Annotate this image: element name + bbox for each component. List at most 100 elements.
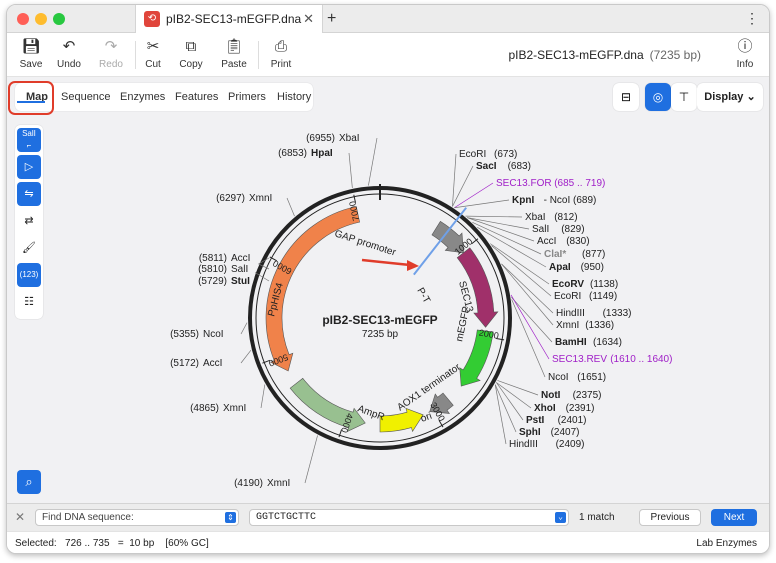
document-name: pIB2-SEC13-mEGFP.dna [508,48,644,62]
numbering-button[interactable]: (123) [17,263,41,287]
find-history-chevron-icon[interactable]: ⌄ [555,512,566,523]
find-type-select[interactable]: Find DNA sequence: ⇕ [35,509,239,526]
right-site-position: (1138) [590,279,618,290]
printer-icon: ⎙ [274,38,287,55]
brush-button[interactable]: 🖌︎ [17,236,41,260]
scissors-icon: ✂ [146,38,160,55]
right-site-position: (1333) [603,308,632,319]
undo-button[interactable]: ↶ Undo [49,37,89,73]
left-site-name: HpaI [311,148,333,159]
dna-file-icon: ⟲ [144,11,160,27]
info-button[interactable]: ⓘ Info [725,37,765,73]
swap-strands-button[interactable]: ⇄ [17,209,41,233]
right-site-name: NcoI [548,372,569,383]
find-type-label: Find DNA sequence: [42,512,134,523]
minimize-window-button[interactable] [35,13,47,25]
feature-arrow-icon: ▷ [24,161,34,173]
right-site-leader [454,199,510,209]
left-site-position: (4190) [234,478,263,489]
paste-icon: 📋︎ [224,38,244,55]
cut-button[interactable]: ✂ Cut [133,37,173,73]
sequence-view-button[interactable]: ⊤ [671,83,697,111]
undo-icon: ↶ [62,38,76,55]
left-site-name: StuI [231,276,250,287]
more-menu-icon[interactable]: ⋮ [745,10,759,27]
circular-view-button[interactable]: ◎ [645,83,671,111]
tab-features[interactable]: Features [175,91,218,103]
zoom-window-button[interactable] [53,13,65,25]
right-site-name: EcoRI [554,291,581,302]
find-button[interactable]: ⌕ [17,470,41,494]
right-site-position: (2409) [556,439,585,450]
redo-icon: ↷ [104,38,118,55]
left-site-name: XmnI [267,478,290,489]
left-site-position: (5810) [198,264,227,275]
enzyme-set-label[interactable]: Lab Enzymes [696,538,757,549]
map-length: 7235 bp [362,329,399,340]
right-site-leader [511,299,546,378]
chevron-down-icon: ⌄ [746,91,756,103]
right-site-name: SacI [476,161,497,172]
paste-button[interactable]: 📋︎ Paste [214,37,254,73]
circular-view-icon: ◎ [652,90,664,104]
right-site-position: (950) [581,262,604,273]
info-label: Info [736,59,754,70]
find-sequence-input[interactable]: GGTCTGCTTC ⌄ [249,509,569,526]
right-site-position: (1149) [589,291,617,302]
right-site-leader [467,217,530,230]
right-site-leader [494,384,517,433]
right-site-position: (1610 .. 1640) [610,354,672,365]
title-bar: ⟲ pIB2-SEC13-mEGFP.dna ✕ + ⋮ [7,5,769,33]
new-tab-button[interactable]: + [327,10,336,28]
undo-label: Undo [57,59,81,70]
display-menu-button[interactable]: Display ⌄ [697,83,763,111]
match-count: 1 match [579,512,615,523]
sall-label: SalI [22,129,36,138]
redo-label: Redo [99,59,123,70]
tab-primers[interactable]: Primers [228,91,266,103]
left-site-leader [240,349,252,364]
right-site-name: XhoI [534,403,556,414]
right-site-position: - NcoI (689) [544,195,597,206]
annotation-arrow-shaft [361,258,411,267]
display-label: Display [704,91,744,103]
right-site-position: (683) [508,161,531,172]
main-content: GAP promoter SEC13 mEGFP AOX1 terminator ori… [7,77,770,503]
copy-button[interactable]: ⧉ Copy [171,37,211,73]
document-tab[interactable]: ⟲ pIB2-SEC13-mEGFP.dna ✕ [135,5,323,33]
search-icon: ⌕ [25,474,33,489]
left-site-name: XmnI [223,403,246,414]
redo-button[interactable]: ↷ Redo [91,37,131,73]
enzyme-sites-button[interactable]: SalI ⌐ [17,128,41,152]
right-site-leader [452,165,474,207]
tab-enzymes[interactable]: Enzymes [120,91,165,103]
right-site-name: EcoRI [459,149,486,160]
left-site-position: (4865) [190,403,219,414]
next-button[interactable]: Next [711,509,757,526]
right-site-position: (830) [566,236,589,247]
right-site-name: HindIII [556,308,585,319]
orfs-button[interactable]: ⇋ [17,182,41,206]
find-bar: ✕ Find DNA sequence: ⇕ GGTCTGCTTC ⌄ 1 ma… [7,503,769,531]
close-window-button[interactable] [17,13,29,25]
tab-history[interactable]: History [277,91,311,103]
previous-button[interactable]: Previous [639,509,701,526]
features-button[interactable]: ▷ [17,155,41,179]
left-site-name: AccI [231,253,250,264]
linear-view-button[interactable]: ⊟ [613,83,639,111]
right-site-position: (1651) [577,372,606,383]
save-icon: 💾︎ [21,38,41,55]
print-button[interactable]: ⎙ Print [261,37,301,73]
right-site-leader [511,296,553,343]
document-title: pIB2-SEC13-mEGFP.dna (7235 bp) [508,48,701,62]
map-sidebar: SalI ⌐ ▷ ⇋ ⇄ 🖌︎ (123) ☷ [15,125,43,319]
close-find-icon[interactable]: ✕ [15,510,25,524]
toolbar-divider [258,41,259,69]
plasmid-map[interactable]: GAP promoterSEC13mEGFPAOX1 terminatorori… [7,77,770,503]
save-button[interactable]: 💾︎ Save [11,37,51,73]
tab-sequence[interactable]: Sequence [61,91,111,103]
right-site-position: (685 .. 719) [554,178,605,189]
left-site-leader [348,152,353,188]
list-view-button[interactable]: ☷ [17,290,41,314]
close-tab-icon[interactable]: ✕ [303,11,314,27]
